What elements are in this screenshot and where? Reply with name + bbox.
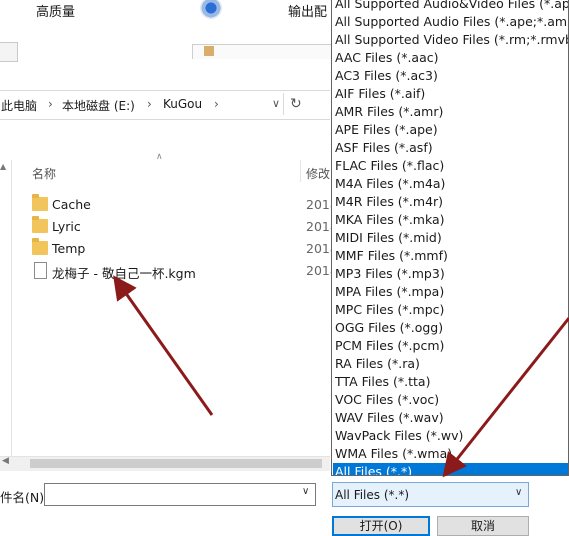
file-type-option[interactable]: RA Files (*.ra) <box>335 355 568 373</box>
file-type-option[interactable]: MPA Files (*.mpa) <box>335 283 568 301</box>
file-type-option[interactable]: MPC Files (*.mpc) <box>335 301 568 319</box>
file-type-option[interactable]: MP3 Files (*.mp3) <box>335 265 568 283</box>
filename-label: 件名(N): <box>0 490 49 505</box>
quality-label: 高质量 <box>36 5 76 20</box>
breadcrumb-chevron-icon[interactable]: › <box>48 97 53 111</box>
folder-icon <box>32 194 48 211</box>
file-type-option[interactable]: ASF Files (*.asf) <box>335 139 568 157</box>
file-list-item[interactable]: Temp 2018 <box>30 238 338 260</box>
refresh-icon[interactable]: ↻ <box>290 96 302 112</box>
file-type-option[interactable]: APE Files (*.ape) <box>335 121 568 139</box>
column-header-name[interactable]: 名称 <box>32 165 56 182</box>
file-icon <box>34 262 47 279</box>
file-type-selected-value: All Files (*.*) <box>335 488 410 502</box>
arrow-to-kgm-file <box>113 275 214 416</box>
document-icon <box>204 46 214 56</box>
file-type-option[interactable]: VOC Files (*.voc) <box>335 391 568 409</box>
chevron-down-icon[interactable]: ∨ <box>302 486 309 497</box>
file-type-option[interactable]: WavPack Files (*.wv) <box>335 427 568 445</box>
file-type-option[interactable]: AMR Files (*.amr) <box>335 103 568 121</box>
file-type-option[interactable]: M4R Files (*.m4r) <box>335 193 568 211</box>
address-divider <box>283 93 284 115</box>
file-name: 龙梅子 - 敬自己一杯.kgm <box>52 266 196 281</box>
file-type-option[interactable]: All Supported Audio Files (*.ape;*.amr; <box>335 13 568 31</box>
folder-icon <box>32 216 48 233</box>
breadcrumb-kugou[interactable]: KuGou <box>163 97 202 111</box>
breadcrumb-chevron-icon[interactable]: › <box>147 97 152 111</box>
file-name: Cache <box>52 197 91 212</box>
filename-input[interactable] <box>44 483 316 506</box>
file-type-option[interactable]: TTA Files (*.tta) <box>335 373 568 391</box>
address-history-dropdown-icon[interactable]: ∨ <box>272 97 280 110</box>
file-list-item[interactable]: Lyric 2018 <box>30 216 338 238</box>
file-type-option[interactable]: MKA Files (*.mka) <box>335 211 568 229</box>
open-button[interactable]: 打开(O) <box>332 516 430 536</box>
file-list-item[interactable]: 龙梅子 - 敬自己一杯.kgm 2018 <box>30 260 338 282</box>
file-name: Lyric <box>52 219 81 234</box>
file-type-option[interactable]: WMA Files (*.wma) <box>335 445 568 463</box>
breadcrumb-drive-e[interactable]: 本地磁盘 (E:) <box>62 97 135 114</box>
cancel-button[interactable]: 取消 <box>437 516 529 536</box>
column-divider[interactable] <box>300 160 301 182</box>
file-type-option[interactable]: WAV Files (*.wav) <box>335 409 568 427</box>
scroll-left-arrow-icon[interactable]: ◀ <box>2 456 9 466</box>
file-type-dropdown-list[interactable]: All Supported Audio&Video Files (*.ape; … <box>331 0 569 476</box>
file-type-option[interactable]: AAC Files (*.aac) <box>335 49 568 67</box>
file-type-option-selected[interactable]: All Files (*.*) <box>333 463 568 475</box>
breadcrumb-chevron-icon[interactable]: › <box>214 97 219 111</box>
file-type-option[interactable]: OGG Files (*.ogg) <box>335 319 568 337</box>
navigation-pane[interactable] <box>0 160 12 456</box>
output-label: 输出配 <box>288 5 328 20</box>
background-panel <box>0 42 18 62</box>
file-list-item[interactable]: Cache 2018 <box>30 194 338 216</box>
breadcrumb-this-pc[interactable]: 此电脑 <box>1 97 37 114</box>
file-type-option[interactable]: MIDI Files (*.mid) <box>335 229 568 247</box>
file-type-option[interactable]: MMF Files (*.mmf) <box>335 247 568 265</box>
chevron-down-icon[interactable]: ∨ <box>515 487 522 498</box>
file-type-option[interactable]: M4A Files (*.m4a) <box>335 175 568 193</box>
file-type-option[interactable]: All Supported Audio&Video Files (*.ape; <box>335 0 568 13</box>
column-header-modified[interactable]: 修改 <box>306 165 330 182</box>
scroll-up-arrow-icon[interactable]: ▲ <box>0 162 6 171</box>
file-type-option[interactable]: AC3 Files (*.ac3) <box>335 67 568 85</box>
file-type-option[interactable]: All Supported Video Files (*.rm;*.rmvb; <box>335 31 568 49</box>
folder-icon <box>32 238 48 255</box>
file-type-option[interactable]: FLAC Files (*.flac) <box>335 157 568 175</box>
file-name: Temp <box>52 241 86 256</box>
sort-ascending-icon: ∧ <box>156 152 163 162</box>
scrollbar-thumb[interactable] <box>30 459 322 468</box>
file-type-option[interactable]: PCM Files (*.pcm) <box>335 337 568 355</box>
file-type-option[interactable]: AIF Files (*.aif) <box>335 85 568 103</box>
